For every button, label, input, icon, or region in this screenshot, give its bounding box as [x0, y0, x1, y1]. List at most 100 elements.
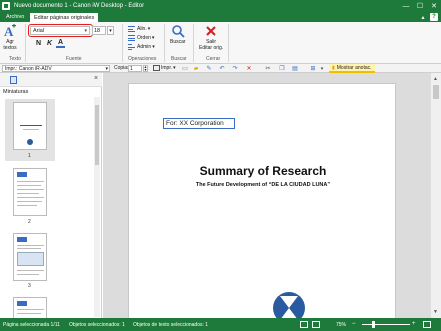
close-button[interactable]: ✕: [427, 0, 441, 12]
exit-edit-original-button[interactable]: Salir Editar orig.: [199, 24, 223, 51]
print-button[interactable]: Impr. ▾: [153, 65, 176, 71]
group-label-text: Texto: [9, 56, 21, 62]
folder-icon[interactable]: ▰: [192, 65, 200, 72]
ribbon: A Agr textos Texto Arial ▾ 18 ▾ N K A Fu…: [0, 22, 441, 64]
order-icon: [128, 35, 135, 41]
thumbnails-icon[interactable]: [10, 76, 17, 84]
page-number-3: 3: [28, 283, 31, 289]
zoom-slider[interactable]: [362, 324, 410, 325]
show-annotations-button[interactable]: ▮ Mostrar anotac.: [329, 64, 375, 73]
annotation-icon: ▮: [332, 64, 335, 71]
font-name-highlight: [28, 24, 93, 37]
delete-icon[interactable]: ✕: [245, 65, 253, 72]
document-scrollbar[interactable]: ▲ ▼: [430, 73, 441, 318]
align-button[interactable]: Alin. ▾: [128, 25, 150, 33]
italic-button[interactable]: K: [45, 39, 54, 48]
printer-select[interactable]: Impr.: Canon iR-ADV ▾: [2, 65, 110, 72]
chevron-down-icon: ▾: [152, 44, 155, 50]
document-page[interactable]: For: XX Corporation Summary of Research …: [128, 83, 396, 318]
align-label: Alin.: [137, 26, 147, 32]
chevron-down-icon: ▾: [151, 35, 155, 41]
paste-icon[interactable]: ▤: [291, 65, 299, 72]
exit-edit-original-label: Salir Editar orig.: [199, 39, 224, 51]
chevron-down-icon[interactable]: ▾: [318, 65, 326, 72]
document-subtitle[interactable]: The Future Development of “DE LA CIUDAD …: [129, 182, 397, 188]
title-bar: Nuevo documento 1 - Canon iW Desktop - E…: [0, 0, 441, 12]
group-divider: [164, 24, 165, 62]
printer-value: Impr.: Canon iR-ADV: [5, 65, 52, 72]
group-divider: [122, 24, 123, 62]
page-icon[interactable]: ▭: [181, 65, 189, 72]
undo-icon[interactable]: ↶: [218, 65, 226, 72]
admin-button[interactable]: Admin ▾: [128, 43, 155, 51]
thumbnails-title: Miniaturas: [3, 89, 29, 95]
selected-text-object[interactable]: For: XX Corporation: [163, 118, 235, 129]
tab-edit-original-pages[interactable]: Editar páginas originales: [29, 12, 100, 22]
maximize-button[interactable]: ☐: [413, 0, 427, 12]
edit-icon[interactable]: ✎: [205, 65, 213, 72]
bold-button[interactable]: N: [34, 39, 43, 48]
order-button[interactable]: Orden ▾: [128, 34, 154, 42]
document-title[interactable]: Summary of Research: [129, 164, 397, 178]
close-icon: [204, 24, 218, 38]
chevron-down-icon: ▾: [147, 26, 151, 32]
ribbon-toggle-icon[interactable]: ▴: [419, 13, 427, 21]
view-options-icon[interactable]: ⊞: [309, 65, 317, 72]
scroll-down-icon[interactable]: ▼: [433, 309, 438, 315]
status-selected-objects: Objetos seleccionados: 1: [69, 322, 125, 328]
font-color-button[interactable]: A: [56, 39, 65, 48]
add-text-button[interactable]: A Agr textos: [3, 24, 17, 51]
copy-icon[interactable]: ❐: [278, 65, 286, 72]
fit-page-icon[interactable]: [423, 321, 431, 328]
thumbnails-panel-header: ×: [0, 73, 102, 87]
status-selected-text-objects: Objetos de texto seleccionados: 1: [133, 322, 209, 328]
zoom-out-button[interactable]: −: [352, 321, 356, 327]
search-button[interactable]: Buscar: [170, 24, 186, 45]
order-label: Orden: [137, 35, 151, 41]
page-view-icon[interactable]: [300, 321, 308, 328]
page-thumbnail-3[interactable]: [13, 233, 47, 281]
document-viewport: For: XX Corporation Summary of Research …: [103, 73, 430, 318]
chevron-down-icon[interactable]: ▾: [107, 26, 114, 35]
page-number-1: 1: [28, 153, 31, 159]
scrollbar-thumb[interactable]: [433, 85, 439, 99]
font-size-combobox[interactable]: 18: [92, 26, 106, 35]
printer-icon: [153, 65, 160, 71]
two-page-view-icon[interactable]: [312, 321, 320, 328]
admin-icon: [128, 44, 135, 50]
page-thumbnail-1[interactable]: [5, 99, 55, 161]
zoom-slider-handle[interactable]: [372, 321, 375, 328]
print-label: Impr.: [161, 65, 173, 71]
page-number-2: 2: [28, 219, 31, 225]
group-label-search: Buscar: [171, 56, 187, 62]
quick-toolbar: Impr.: Canon iR-ADV ▾ Copias 1 ▲ ▼ Impr. …: [0, 64, 441, 73]
page-thumbnail-2[interactable]: [13, 168, 47, 216]
group-divider: [25, 24, 26, 62]
close-icon[interactable]: ×: [94, 75, 98, 82]
thumbnails-scrollbar[interactable]: [94, 97, 100, 317]
window-title: Nuevo documento 1 - Canon iW Desktop - E…: [14, 3, 145, 9]
chevron-down-icon: ▾: [105, 66, 108, 72]
zoom-in-button[interactable]: +: [412, 321, 416, 327]
scrollbar-thumb[interactable]: [95, 105, 99, 165]
group-divider: [228, 24, 229, 62]
copies-spinner[interactable]: ▲ ▼: [143, 65, 148, 72]
zoom-level: 75%: [336, 322, 347, 328]
ribbon-tab-bar: Archivo Editar páginas originales ▴ ?: [0, 12, 441, 22]
group-label-close: Cerrar: [206, 56, 221, 62]
minimize-button[interactable]: —: [399, 0, 413, 12]
cut-icon[interactable]: ✂: [264, 65, 272, 72]
search-label: Buscar: [170, 39, 186, 45]
group-divider: [193, 24, 194, 62]
page-thumbnail-4[interactable]: [13, 297, 47, 318]
chevron-down-icon: ▾: [173, 65, 176, 71]
logo-icon: [273, 292, 305, 318]
status-selected-page: Página seleccionada 1/11: [3, 322, 60, 328]
redo-icon[interactable]: ↷: [231, 65, 239, 72]
copies-input[interactable]: 1: [128, 65, 142, 72]
tab-file[interactable]: Archivo: [2, 12, 29, 22]
help-icon[interactable]: ?: [430, 13, 438, 21]
app-icon: [2, 2, 10, 10]
search-icon: [171, 24, 185, 38]
scroll-up-icon[interactable]: ▲: [433, 76, 438, 82]
